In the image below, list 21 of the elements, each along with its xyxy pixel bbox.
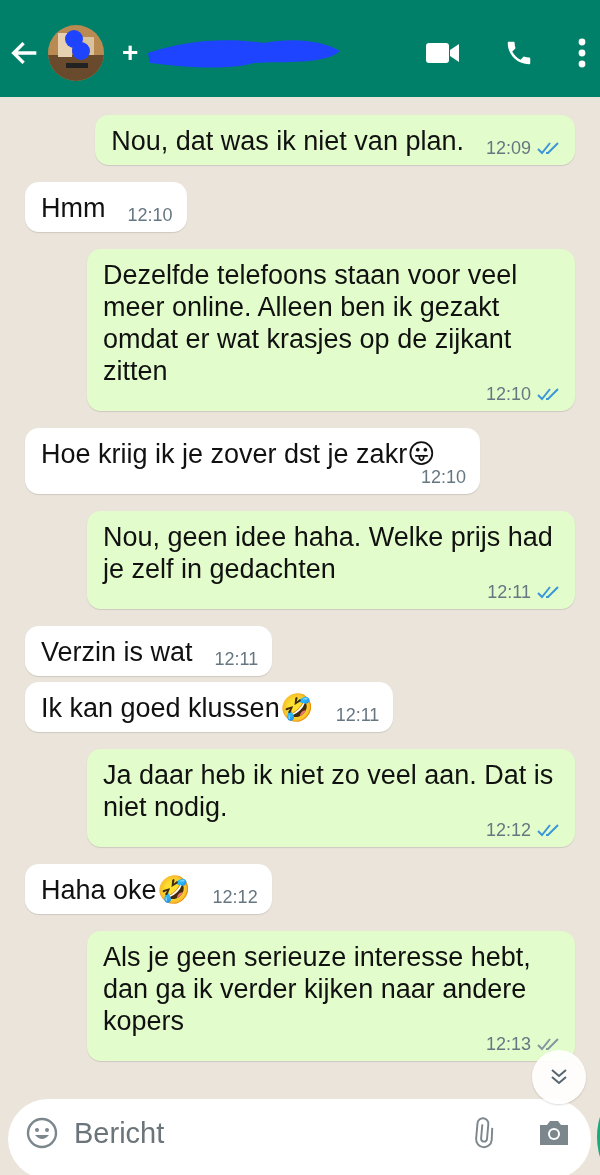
camera-icon[interactable]	[537, 1118, 571, 1148]
message-time: 12:10	[127, 204, 173, 226]
video-call-button[interactable]	[426, 40, 460, 65]
menu-button[interactable]	[578, 37, 586, 68]
contact-name[interactable]: +	[122, 36, 139, 69]
message-text: Haha oke🤣	[41, 874, 191, 906]
message-input[interactable]: Bericht	[72, 1115, 453, 1151]
emoji: 😛	[407, 439, 436, 469]
message-text: Verzin is wat	[41, 636, 193, 668]
message-field[interactable]: Bericht	[8, 1099, 591, 1175]
message-time: 12:11	[214, 648, 259, 670]
emoji: 🤣	[156, 875, 191, 905]
smiley-icon[interactable]	[26, 1117, 58, 1149]
message-time: 12:11	[335, 704, 380, 726]
emoji: 🤣	[279, 693, 314, 723]
message-text: Hmm	[41, 192, 106, 224]
scroll-down-button[interactable]	[532, 1050, 586, 1104]
message-time: 12:12	[212, 886, 258, 908]
message-time: 12:09	[485, 137, 531, 159]
message-text: Nou, dat was ik niet van plan.	[111, 125, 464, 157]
message-text: Ik kan goed klussen🤣	[41, 692, 314, 724]
